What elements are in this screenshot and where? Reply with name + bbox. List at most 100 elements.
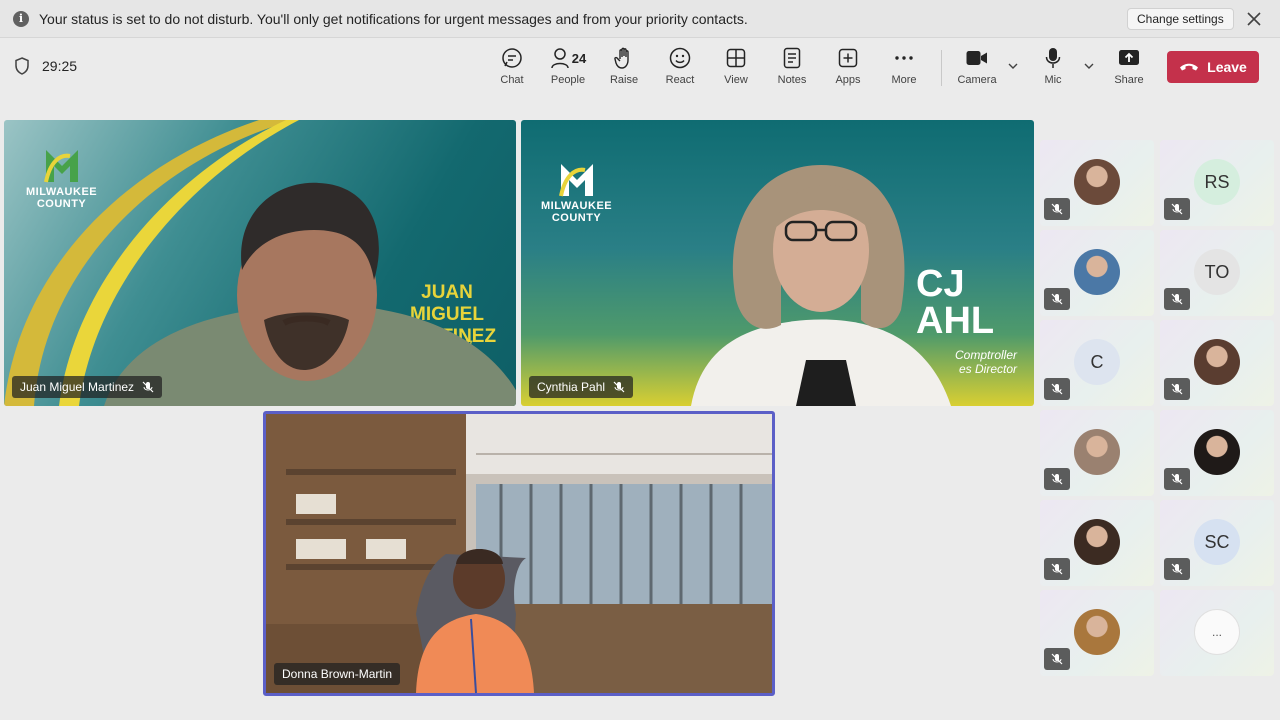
mic-off-icon	[613, 381, 625, 393]
photo-avatar	[1074, 159, 1120, 205]
more-label: More	[891, 74, 917, 86]
muted-indicator	[1164, 378, 1190, 400]
apps-button[interactable]: Apps	[820, 46, 876, 92]
raise-label: Raise	[609, 74, 639, 86]
leave-button[interactable]: Leave	[1167, 51, 1259, 83]
initials-avatar: C	[1074, 339, 1120, 385]
react-button[interactable]: React	[652, 46, 708, 92]
add-app-icon	[838, 48, 858, 68]
share-label: Share	[1114, 74, 1144, 86]
participant-tile[interactable]: SC	[1160, 500, 1274, 586]
chat-icon	[502, 48, 522, 68]
view-button[interactable]: View	[708, 46, 764, 92]
background-title-line-1: Comptroller	[954, 348, 1017, 362]
muted-indicator	[1044, 558, 1070, 580]
people-label: People	[550, 74, 586, 86]
milwaukee-county-logo: MILWAUKEE COUNTY	[26, 142, 97, 210]
participant-tile[interactable]	[1040, 140, 1154, 226]
mic-off-icon	[1051, 293, 1063, 305]
participant-name: Cynthia Pahl	[537, 380, 606, 394]
shield-icon	[15, 57, 29, 75]
initials-avatar: RS	[1194, 159, 1240, 205]
mic-off-icon	[1171, 293, 1183, 305]
mic-off-icon	[1171, 563, 1183, 575]
toolbar-divider	[941, 50, 942, 86]
participant-name-tag: Cynthia Pahl	[529, 376, 634, 398]
initials-avatar: SC	[1194, 519, 1240, 565]
more-participants-tile[interactable]: ...	[1160, 590, 1274, 676]
notes-label: Notes	[777, 74, 807, 86]
more-button[interactable]: More	[876, 46, 932, 92]
view-label: View	[724, 74, 748, 86]
photo-avatar	[1074, 429, 1120, 475]
people-count: 24	[571, 50, 587, 66]
participant-tile[interactable]: C	[1040, 320, 1154, 406]
logo-line-2: COUNTY	[36, 198, 87, 210]
more-participants-button[interactable]: ...	[1194, 609, 1240, 655]
muted-indicator	[1044, 198, 1070, 220]
smiley-icon	[669, 47, 691, 69]
participant-name-tag: Donna Brown-Martin	[274, 663, 401, 685]
mic-label: Mic	[1044, 74, 1062, 86]
share-button[interactable]: Share	[1101, 46, 1157, 92]
video-tile-donna-brown-martin[interactable]: Donna Brown-Martin	[263, 411, 775, 696]
dnd-message: Your status is set to do not disturb. Yo…	[39, 10, 748, 27]
muted-indicator	[1164, 468, 1190, 490]
photo-avatar	[1074, 249, 1120, 295]
react-label: React	[665, 74, 695, 86]
leave-label: Leave	[1207, 59, 1247, 75]
background-name-surname: AHL	[916, 300, 995, 342]
chat-button[interactable]: Chat	[484, 46, 540, 92]
apps-label: Apps	[835, 74, 861, 86]
participant-tile[interactable]	[1160, 320, 1274, 406]
participant-name-tag: Juan Miguel Martinez	[12, 376, 163, 398]
mic-off-icon	[1171, 203, 1183, 215]
camera-icon	[966, 51, 987, 65]
video-tile-juan-miguel-martinez[interactable]: MILWAUKEE COUNTY JUAN MIGUEL MARTINEZ rv…	[4, 120, 516, 406]
logo-line-1: MILWAUKEE	[541, 200, 613, 212]
mic-off-icon	[142, 381, 154, 393]
camera-button[interactable]: Camera	[949, 46, 1005, 92]
logo-line-2: COUNTY	[551, 212, 602, 224]
muted-indicator	[1044, 648, 1070, 670]
dnd-notification-banner: i Your status is set to do not disturb. …	[0, 0, 1280, 38]
muted-indicator	[1044, 288, 1070, 310]
background-title-line-2: es Director	[958, 362, 1017, 376]
people-icon	[551, 48, 569, 69]
muted-indicator	[1164, 198, 1190, 220]
mic-off-icon	[1051, 473, 1063, 485]
participant-tile[interactable]	[1040, 500, 1154, 586]
photo-avatar	[1074, 519, 1120, 565]
close-icon[interactable]	[1244, 9, 1264, 29]
video-tile-cynthia-pahl[interactable]: MILWAUKEE COUNTY CJ AHL Comptroller es D…	[521, 120, 1034, 406]
notes-icon	[783, 47, 801, 69]
mic-off-icon	[1051, 383, 1063, 395]
participant-tile[interactable]	[1040, 230, 1154, 316]
participant-tile[interactable]	[1040, 590, 1154, 676]
raise-hand-icon	[614, 47, 629, 69]
chat-label: Chat	[500, 74, 524, 86]
meeting-timer: 29:25	[14, 57, 77, 75]
participant-tile[interactable]	[1160, 410, 1274, 496]
mic-options-chevron-icon[interactable]	[1083, 60, 1095, 72]
photo-avatar	[1074, 609, 1120, 655]
participant-tile[interactable]	[1040, 410, 1154, 496]
participant-video-figure	[104, 182, 516, 406]
camera-options-chevron-icon[interactable]	[1007, 60, 1019, 72]
mic-off-icon	[1171, 383, 1183, 395]
grid-view-icon	[726, 48, 746, 68]
raise-hand-button[interactable]: Raise	[596, 46, 652, 92]
participant-tile[interactable]: TO	[1160, 230, 1274, 316]
share-screen-icon	[1119, 50, 1139, 65]
timer-text: 29:25	[42, 58, 78, 74]
people-button[interactable]: 24 People	[540, 46, 596, 92]
notes-button[interactable]: Notes	[764, 46, 820, 92]
mic-off-icon	[1051, 203, 1063, 215]
mic-button[interactable]: Mic	[1025, 46, 1081, 92]
change-settings-button[interactable]: Change settings	[1127, 8, 1234, 30]
milwaukee-county-logo: MILWAUKEE COUNTY	[541, 156, 612, 224]
photo-avatar	[1194, 339, 1240, 385]
mic-off-icon	[1051, 653, 1063, 665]
county-m-logo-icon	[43, 150, 78, 183]
participant-tile[interactable]: RS	[1160, 140, 1274, 226]
